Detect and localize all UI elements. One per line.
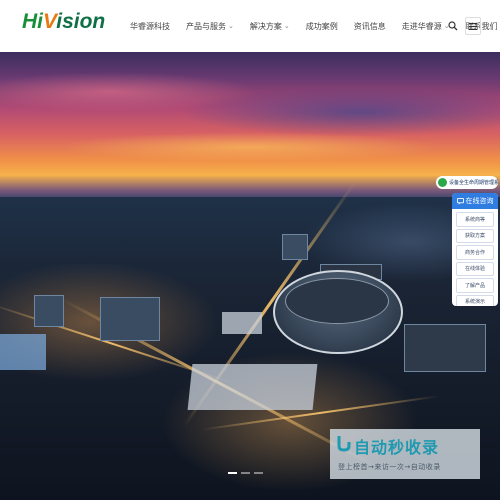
nav-item-products[interactable]: 产品与服务 ⌄: [186, 21, 234, 32]
nav-item-news[interactable]: 资讯信息: [354, 21, 386, 32]
building: [34, 295, 64, 327]
site-logo[interactable]: HiVision: [22, 10, 105, 34]
menu-icon[interactable]: [465, 17, 481, 35]
nav-label: 成功案例: [305, 21, 338, 31]
consult-item[interactable]: 系统演示: [456, 294, 494, 306]
system-badge[interactable]: 设备全生命周期管理系统: [436, 176, 498, 189]
nav-item-about[interactable]: 走进华睿源 ⌄: [402, 21, 450, 32]
nav-label: 资讯信息: [353, 21, 386, 31]
consult-item[interactable]: 获取方案: [456, 228, 494, 243]
nav-item-cases[interactable]: 成功案例: [306, 21, 338, 32]
consult-title: 在线咨询: [465, 197, 494, 205]
chat-icon: [456, 197, 464, 205]
consult-item[interactable]: 系统商等: [456, 212, 494, 227]
logo-part-ision: ision: [56, 10, 106, 33]
arena-roof: [285, 278, 389, 324]
online-consult-panel: 在线咨询 系统商等 获取方案 商务合作 在线体验 了解产品 系统演示: [452, 193, 498, 306]
snow-field: [222, 312, 262, 334]
chevron-down-icon: ⌄: [228, 22, 234, 30]
logo-part-v: V: [43, 10, 57, 33]
chevron-down-icon: ⌄: [283, 22, 290, 30]
nav-label: 产品与服务: [186, 21, 226, 31]
watermark-logo-icon: [337, 436, 351, 452]
watermark-title: 自动秒收录: [354, 438, 440, 457]
building: [282, 234, 308, 260]
hamburger-icon: [469, 22, 477, 30]
consult-item[interactable]: 了解产品: [456, 278, 494, 293]
nav-label: 华睿源科技: [130, 21, 170, 31]
main-nav: 华睿源科技 产品与服务 ⌄ 解决方案 ⌄ 成功案例 资讯信息 走进华睿源 ⌄ 联系我们: [130, 0, 498, 52]
nav-item-solutions[interactable]: 解决方案 ⌄: [250, 21, 290, 32]
nav-label: 解决方案: [249, 21, 282, 31]
building: [404, 324, 486, 372]
snow-field: [0, 334, 46, 370]
nav-item-company[interactable]: 华睿源科技: [130, 21, 170, 32]
slide-dot[interactable]: [228, 472, 237, 474]
watermark-subtitle: 登上榜首→来访一次→自动收录: [338, 463, 441, 471]
consult-item[interactable]: 商务合作: [456, 245, 494, 260]
site-header: HiVision 华睿源科技 产品与服务 ⌄ 解决方案 ⌄ 成功案例 资讯信息 走进…: [0, 0, 500, 52]
slide-dot[interactable]: [254, 472, 263, 474]
snow-field: [187, 364, 318, 410]
system-badge-label: 设备全生命周期管理系统: [449, 180, 498, 186]
consult-header[interactable]: 在线咨询: [452, 193, 498, 209]
app-icon: [438, 178, 447, 187]
consult-item[interactable]: 在线体验: [456, 261, 494, 276]
logo-part-hi: Hi: [22, 10, 43, 33]
hero-cloud: [60, 132, 440, 162]
slide-dot[interactable]: [241, 472, 250, 474]
building: [100, 297, 160, 341]
consult-list: 系统商等 获取方案 商务合作 在线体验 了解产品 系统演示: [452, 209, 498, 306]
nav-label: 走进华睿源: [401, 21, 442, 31]
search-icon[interactable]: [448, 21, 458, 31]
slider-pagination: [228, 472, 263, 474]
